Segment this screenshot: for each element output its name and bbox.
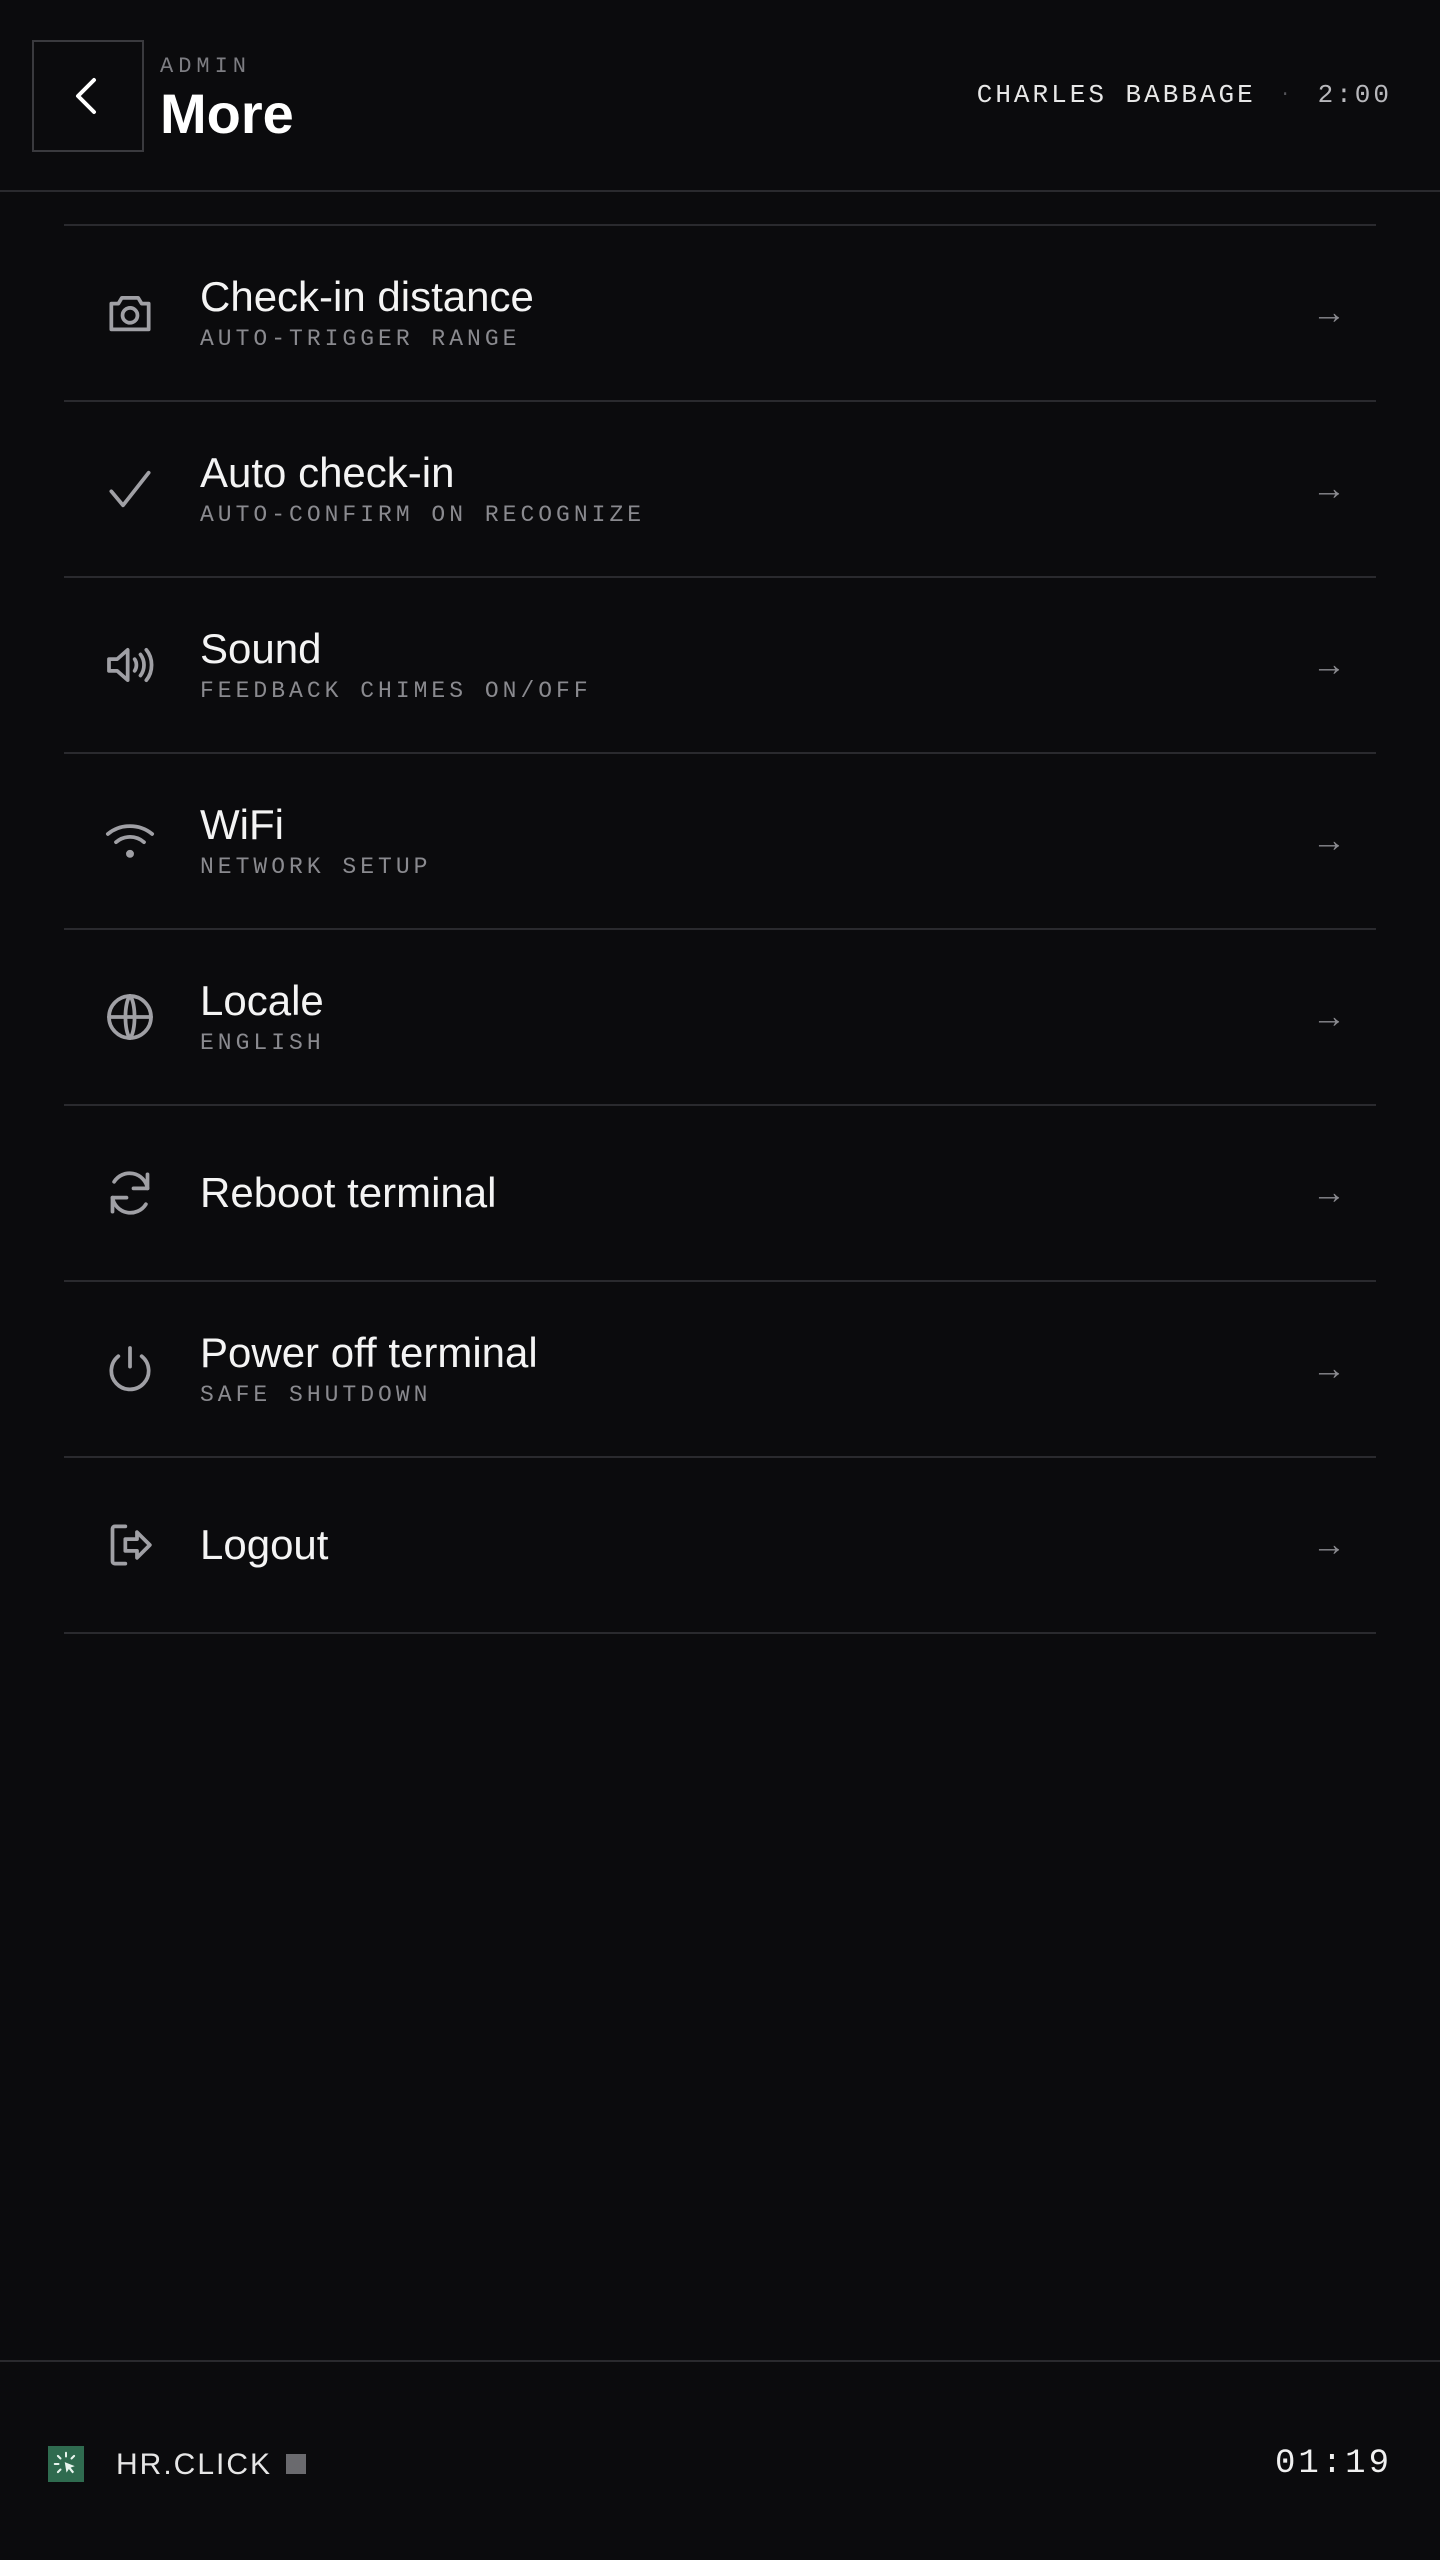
- arrow-right-icon: →: [1312, 1173, 1346, 1212]
- refresh-icon: [102, 1165, 158, 1221]
- menu-item-subtitle: AUTO-TRIGGER RANGE: [200, 326, 521, 352]
- speaker-icon: [102, 637, 158, 693]
- menu-item-text: Power off terminal SAFE SHUTDOWN: [200, 1328, 538, 1410]
- menu-item-logout[interactable]: Logout →: [64, 1458, 1376, 1634]
- page-eyebrow: ADMIN: [160, 54, 252, 79]
- menu-item-auto-check-in[interactable]: Auto check-in AUTO-CONFIRM ON RECOGNIZE …: [64, 402, 1376, 578]
- power-icon: [102, 1341, 158, 1397]
- menu-item-subtitle: ENGLISH: [200, 1030, 325, 1056]
- user-name: CHARLES BABBAGE: [976, 80, 1256, 110]
- check-icon: [102, 461, 158, 517]
- arrow-right-icon: →: [1312, 469, 1346, 508]
- menu-item-wifi[interactable]: WiFi NETWORK SETUP →: [64, 754, 1376, 930]
- menu-item-check-in-distance[interactable]: Check-in distance AUTO-TRIGGER RANGE →: [64, 226, 1376, 402]
- menu-item-subtitle: NETWORK SETUP: [200, 854, 432, 880]
- menu-item-text: Check-in distance AUTO-TRIGGER RANGE: [200, 272, 534, 354]
- header-time: 2:00: [1317, 80, 1392, 110]
- menu-item-label: Power off terminal: [200, 1329, 538, 1376]
- page-title: More: [160, 82, 294, 145]
- arrow-right-icon: →: [1312, 1349, 1346, 1388]
- menu-item-text: Locale ENGLISH: [200, 976, 325, 1058]
- menu-item-text: Logout: [200, 1520, 328, 1570]
- menu-item-power-off-terminal[interactable]: Power off terminal SAFE SHUTDOWN →: [64, 1282, 1376, 1458]
- arrow-right-icon: →: [1312, 645, 1346, 684]
- wifi-icon: [102, 813, 158, 869]
- hr-click-logo-icon: [48, 2446, 84, 2482]
- menu-item-sound[interactable]: Sound FEEDBACK CHIMES ON/OFF →: [64, 578, 1376, 754]
- menu-item-text: WiFi NETWORK SETUP: [200, 800, 431, 882]
- user-status: CHARLES BABBAGE · 2:00: [977, 80, 1392, 110]
- menu-item-label: Logout: [200, 1521, 329, 1568]
- menu-item-text: Reboot terminal: [200, 1168, 496, 1218]
- globe-icon: [102, 989, 158, 1045]
- menu-item-text: Auto check-in AUTO-CONFIRM ON RECOGNIZE: [200, 448, 645, 530]
- menu-item-subtitle: SAFE SHUTDOWN: [200, 1382, 432, 1408]
- logout-icon: [102, 1517, 158, 1573]
- title-group: ADMIN More: [160, 54, 294, 146]
- separator-dot: ·: [1279, 85, 1294, 105]
- menu-item-label: Sound: [200, 625, 322, 672]
- menu-item-locale[interactable]: Locale ENGLISH →: [64, 930, 1376, 1106]
- status-square-icon: [286, 2454, 306, 2474]
- menu-item-subtitle: AUTO-CONFIRM ON RECOGNIZE: [200, 502, 646, 528]
- settings-menu: Check-in distance AUTO-TRIGGER RANGE → A…: [64, 224, 1376, 1634]
- footer-clock: 01:19: [1274, 2445, 1392, 2483]
- menu-item-label: Auto check-in: [200, 449, 455, 496]
- chevron-left-icon: [76, 78, 96, 114]
- menu-item-label: Locale: [200, 977, 324, 1024]
- brand-name: HR.CLICK: [116, 2448, 273, 2481]
- menu-item-text: Sound FEEDBACK CHIMES ON/OFF: [200, 624, 592, 706]
- footer-status-bar: HR.CLICK 01:19: [0, 2360, 1440, 2560]
- menu-item-label: WiFi: [200, 801, 284, 848]
- arrow-right-icon: →: [1312, 997, 1346, 1036]
- back-button[interactable]: [32, 40, 144, 152]
- camera-icon: [102, 285, 158, 341]
- header: ADMIN More CHARLES BABBAGE · 2:00: [0, 0, 1440, 192]
- menu-item-label: Reboot terminal: [200, 1169, 497, 1216]
- arrow-right-icon: →: [1312, 293, 1346, 332]
- menu-item-subtitle: FEEDBACK CHIMES ON/OFF: [200, 678, 592, 704]
- arrow-right-icon: →: [1312, 821, 1346, 860]
- arrow-right-icon: →: [1312, 1525, 1346, 1564]
- menu-item-label: Check-in distance: [200, 273, 534, 320]
- menu-item-reboot-terminal[interactable]: Reboot terminal →: [64, 1106, 1376, 1282]
